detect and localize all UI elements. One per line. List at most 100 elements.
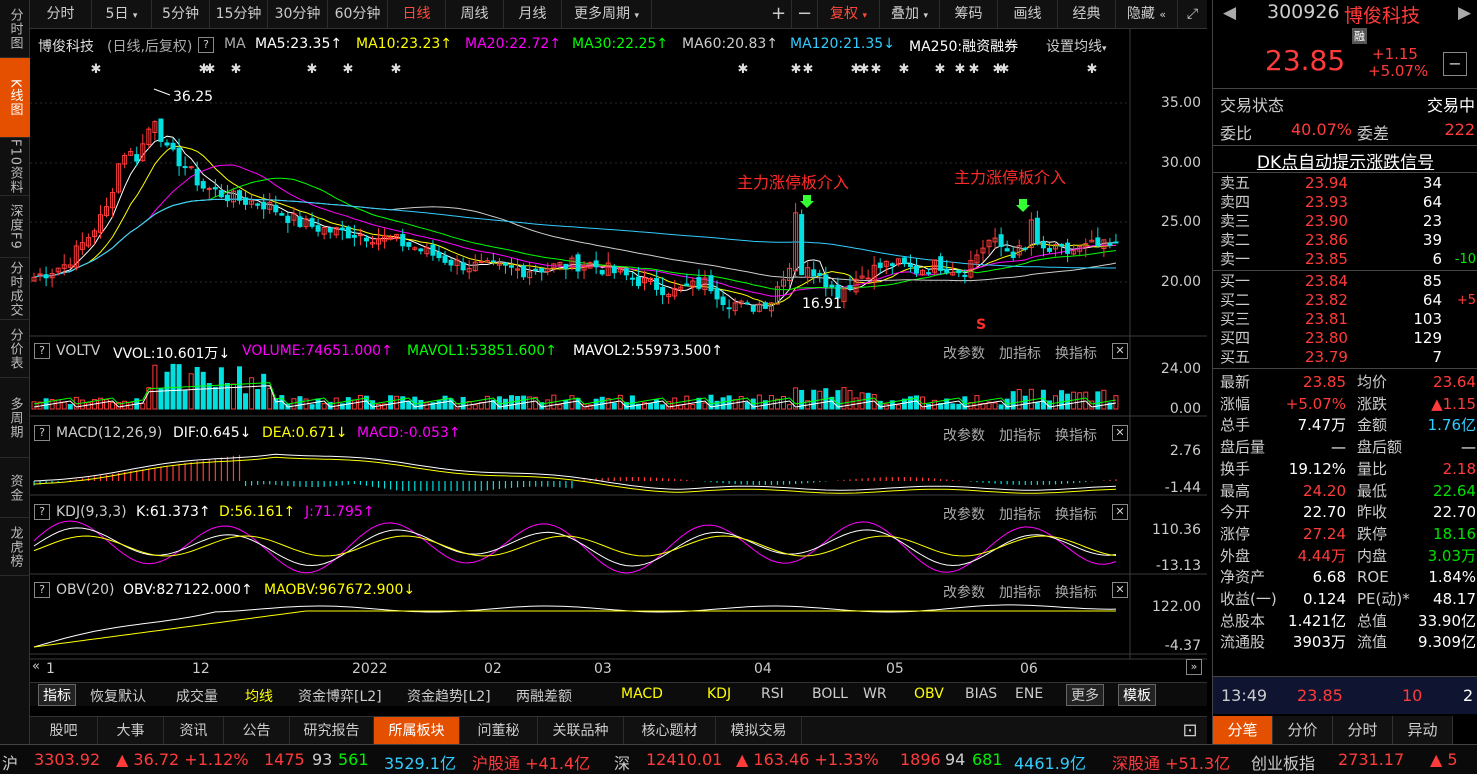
- dk-signal-title[interactable]: DK点自动提示涨跌信号: [1213, 148, 1477, 173]
- help-icon[interactable]: ?: [34, 343, 50, 359]
- help-icon[interactable]: ?: [34, 582, 50, 598]
- period-15min[interactable]: 15分钟: [210, 0, 268, 28]
- edit-params-button[interactable]: 改参数: [943, 425, 985, 445]
- swap-indicator-button[interactable]: 换指标: [1055, 504, 1097, 524]
- close-icon[interactable]: ✕: [1112, 425, 1128, 441]
- sz-label[interactable]: 深: [614, 750, 630, 774]
- add-indicator-button[interactable]: 加指标: [999, 425, 1041, 445]
- bottom-tab[interactable]: 关联品种: [538, 717, 624, 745]
- close-icon[interactable]: ✕: [1112, 343, 1128, 359]
- cyb-label[interactable]: 创业板指: [1251, 750, 1315, 774]
- edit-params-button[interactable]: 改参数: [943, 504, 985, 524]
- left-nav-item[interactable]: 分价表: [0, 320, 30, 378]
- indicator-tab[interactable]: ENE: [1015, 686, 1043, 702]
- quote-tab[interactable]: 异动: [1393, 716, 1453, 744]
- bottom-tab[interactable]: 大事: [98, 717, 164, 745]
- bottom-tab[interactable]: 研究报告: [290, 717, 374, 745]
- indicator-tab[interactable]: 资金趋势[L2]: [407, 686, 491, 706]
- swap-indicator-button[interactable]: 换指标: [1055, 425, 1097, 445]
- quote-tab[interactable]: 分价: [1273, 716, 1333, 744]
- help-icon[interactable]: ?: [34, 425, 50, 441]
- order-book-row[interactable]: 买一 23.84 85: [1213, 272, 1477, 291]
- swap-indicator-button[interactable]: 换指标: [1055, 582, 1097, 602]
- indicator-tab[interactable]: 更多: [1066, 684, 1104, 706]
- period-30min[interactable]: 30分钟: [268, 0, 328, 28]
- left-nav-item[interactable]: 龙虎榜: [0, 518, 30, 576]
- period-month[interactable]: 月线: [504, 0, 562, 28]
- indicator-tab[interactable]: KDJ: [707, 686, 731, 702]
- edit-params-button[interactable]: 改参数: [943, 582, 985, 602]
- order-book-row[interactable]: 买二 23.82 64 +5: [1213, 291, 1477, 310]
- bottom-tab[interactable]: 公告: [224, 717, 290, 745]
- bottom-tab[interactable]: 资讯: [164, 717, 224, 745]
- period-day[interactable]: 日线: [388, 0, 446, 28]
- order-book-row[interactable]: 卖三 23.90 23: [1213, 212, 1477, 231]
- quote-tab[interactable]: 分时: [1333, 716, 1393, 744]
- period-more[interactable]: 更多周期 ▾: [562, 0, 652, 28]
- indicator-tab[interactable]: WR: [863, 686, 887, 702]
- add-indicator-button[interactable]: 加指标: [999, 504, 1041, 524]
- help-icon[interactable]: ?: [198, 37, 214, 53]
- left-nav-item[interactable]: K线图: [0, 58, 30, 138]
- classic-button[interactable]: 经典: [1058, 0, 1116, 28]
- indicator-tab[interactable]: OBV: [914, 686, 944, 702]
- indicator-tab[interactable]: 资金博弈[L2]: [298, 686, 382, 706]
- indicator-tab[interactable]: 恢复默认: [90, 686, 146, 706]
- order-book-row[interactable]: 卖一 23.85 6 -10: [1213, 250, 1477, 269]
- indicator-tab[interactable]: 成交量: [176, 686, 218, 706]
- order-book-row[interactable]: 买四 23.80 129: [1213, 329, 1477, 348]
- prev-stock-button[interactable]: ◀: [1223, 3, 1236, 23]
- collapse-button[interactable]: −: [1443, 52, 1467, 76]
- period-5min[interactable]: 5分钟: [152, 0, 210, 28]
- expand-icon[interactable]: ⊡: [1175, 717, 1205, 745]
- bottom-tab[interactable]: 所属板块: [374, 717, 460, 745]
- order-book-row[interactable]: 卖五 23.94 34: [1213, 174, 1477, 193]
- indicator-tab[interactable]: 指标: [38, 684, 76, 706]
- fullscreen-button[interactable]: ⤢: [1178, 0, 1207, 28]
- overlay-button[interactable]: 叠加 ▾: [880, 0, 940, 28]
- scroll-right-button[interactable]: »: [1186, 659, 1202, 675]
- chouma-button[interactable]: 筹码: [940, 0, 998, 28]
- scroll-left-button[interactable]: «: [32, 659, 40, 674]
- add-indicator-button[interactable]: 加指标: [999, 582, 1041, 602]
- left-nav-item[interactable]: 资金: [0, 458, 30, 518]
- order-book-row[interactable]: 卖二 23.86 39: [1213, 231, 1477, 250]
- fuquan-button[interactable]: 复权 ▾: [818, 0, 880, 28]
- period-5day[interactable]: 5日 ▾: [92, 0, 152, 28]
- indicator-tab[interactable]: BIAS: [965, 686, 997, 702]
- zoom-in-button[interactable]: +: [766, 0, 792, 28]
- indicator-tab[interactable]: BOLL: [812, 686, 848, 702]
- edit-params-button[interactable]: 改参数: [943, 343, 985, 363]
- period-fenshi[interactable]: 分时: [30, 0, 92, 28]
- close-icon[interactable]: ✕: [1112, 504, 1128, 520]
- close-icon[interactable]: ✕: [1112, 582, 1128, 598]
- bottom-tab[interactable]: 问董秘: [460, 717, 538, 745]
- next-stock-button[interactable]: ▶: [1458, 3, 1471, 23]
- swap-indicator-button[interactable]: 换指标: [1055, 343, 1097, 363]
- order-book-row[interactable]: 买五 23.79 7: [1213, 348, 1477, 367]
- order-book-row[interactable]: 卖四 23.93 64: [1213, 193, 1477, 212]
- order-book-row[interactable]: 买三 23.81 103: [1213, 310, 1477, 329]
- left-nav-item[interactable]: 分时成交: [0, 258, 30, 320]
- sh-label[interactable]: 沪: [2, 750, 18, 774]
- indicator-tab[interactable]: 两融差额: [516, 686, 572, 706]
- left-nav-item[interactable]: 分时图: [0, 0, 30, 58]
- add-indicator-button[interactable]: 加指标: [999, 343, 1041, 363]
- ma-settings-button[interactable]: 设置均线▾: [1046, 36, 1107, 56]
- quote-tab[interactable]: 分笔: [1213, 716, 1273, 744]
- draw-line-button[interactable]: 画线: [998, 0, 1058, 28]
- bottom-tab[interactable]: 股吧: [30, 717, 98, 745]
- period-week[interactable]: 周线: [446, 0, 504, 28]
- period-60min[interactable]: 60分钟: [328, 0, 388, 28]
- bottom-tab[interactable]: 核心题材: [624, 717, 716, 745]
- indicator-tab[interactable]: 模板: [1118, 684, 1156, 706]
- left-nav-item[interactable]: 多周期: [0, 378, 30, 458]
- left-nav-item[interactable]: F10资料: [0, 138, 30, 196]
- left-nav-item[interactable]: 深度F9: [0, 196, 30, 258]
- indicator-tab[interactable]: RSI: [761, 686, 784, 702]
- zoom-out-button[interactable]: −: [792, 0, 818, 28]
- hide-button[interactable]: 隐藏 «: [1116, 0, 1178, 28]
- indicator-tab[interactable]: MACD: [621, 686, 663, 702]
- help-icon[interactable]: ?: [34, 504, 50, 520]
- indicator-tab[interactable]: 均线: [245, 686, 273, 706]
